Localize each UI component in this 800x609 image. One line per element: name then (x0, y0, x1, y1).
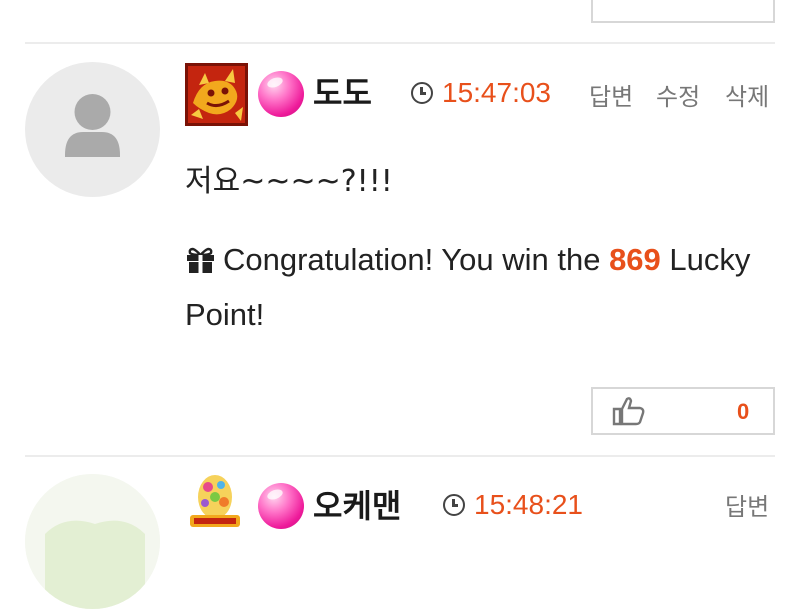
reply-button[interactable]: 답변 (589, 77, 633, 112)
reply-button[interactable]: 답변 (725, 487, 769, 522)
like-button[interactable]: 0 (591, 387, 775, 435)
comment-divider (25, 42, 775, 44)
pink-gem-icon (258, 71, 304, 117)
easter-egg-level-icon (186, 473, 244, 531)
default-avatar-icon (65, 94, 120, 157)
author-name[interactable]: 오케맨 (313, 481, 401, 527)
dragon-level-icon (185, 63, 248, 126)
comment-divider (25, 455, 775, 457)
thumbs-up-icon (612, 397, 645, 426)
like-count: 0 (737, 399, 750, 424)
comment-timestamp: 15:47:03 (411, 77, 551, 109)
delete-button[interactable]: 삭제 (725, 77, 769, 112)
edit-button[interactable]: 수정 (656, 77, 700, 112)
avatar[interactable] (25, 62, 160, 197)
user-avatar-image (25, 474, 160, 609)
timestamp-text: 15:47:03 (442, 77, 551, 108)
lucky-prefix: Congratulation! You win the (223, 242, 610, 277)
clock-icon (411, 82, 433, 104)
avatar[interactable] (25, 474, 160, 609)
clock-icon (443, 494, 465, 516)
comment-timestamp: 15:48:21 (443, 489, 583, 521)
comment-body: 저요~~~~?!!! (185, 164, 393, 199)
gift-icon (187, 247, 214, 273)
like-button[interactable]: 0 (591, 0, 775, 23)
lucky-points: 869 (609, 242, 661, 277)
lucky-point-message: Congratulation! You win the 869 Lucky Po… (185, 232, 775, 342)
like-count: 0 (737, 0, 749, 2)
pink-gem-icon (258, 483, 304, 529)
timestamp-text: 15:48:21 (474, 489, 583, 520)
author-name[interactable]: 도도 (313, 68, 372, 114)
